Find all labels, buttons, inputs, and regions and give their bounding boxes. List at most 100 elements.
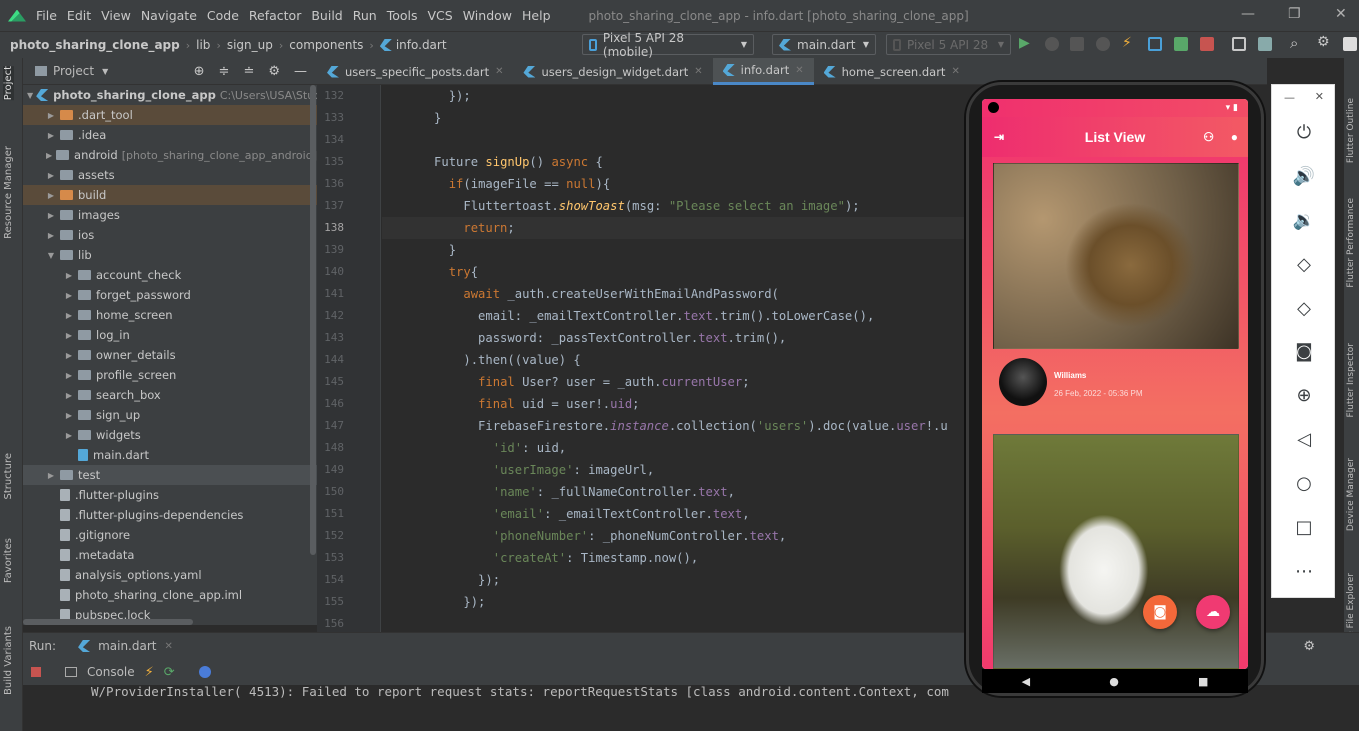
rotate-right-icon[interactable]: ◇ bbox=[1290, 294, 1318, 322]
menu-window[interactable]: Window bbox=[463, 8, 512, 23]
overview-icon[interactable]: □ bbox=[1290, 513, 1318, 541]
rotate-left-icon[interactable]: ◇ bbox=[1290, 250, 1318, 278]
more-icon[interactable]: ⋯ bbox=[1290, 557, 1318, 585]
tree-item[interactable]: photo_sharing_clone_app.iml bbox=[23, 585, 317, 605]
menu-navigate[interactable]: Navigate bbox=[141, 8, 197, 23]
breadcrumb-lib[interactable]: lib bbox=[196, 38, 210, 52]
chevron-right-icon[interactable]: ▶ bbox=[45, 471, 57, 480]
volume-down-icon[interactable]: 🔉 bbox=[1290, 206, 1318, 234]
stop-icon[interactable] bbox=[1200, 37, 1214, 51]
tree-item[interactable]: .flutter-plugins-dependencies bbox=[23, 505, 317, 525]
home-icon[interactable]: ● bbox=[1109, 675, 1119, 688]
tool-window-resource-manager[interactable]: Resource Manager bbox=[3, 146, 14, 239]
home-icon[interactable]: ○ bbox=[1290, 469, 1318, 497]
chevron-right-icon[interactable]: ▶ bbox=[45, 151, 53, 160]
tree-item[interactable]: ▶ build bbox=[23, 185, 317, 205]
debug-icon[interactable] bbox=[1045, 37, 1059, 51]
tool-window-favorites[interactable]: Favorites bbox=[3, 538, 14, 583]
tool-window-flutter-inspector[interactable]: Flutter Inspector bbox=[1346, 343, 1356, 418]
tree-item[interactable]: ▶ ios bbox=[23, 225, 317, 245]
power-icon[interactable]: ⏻ bbox=[1290, 118, 1318, 146]
tab-home-screen[interactable]: home_screen.dart ✕ bbox=[814, 58, 970, 85]
volume-up-icon[interactable]: 🔊 bbox=[1290, 162, 1318, 190]
tool-window-project[interactable]: Project bbox=[3, 66, 14, 101]
tree-item[interactable]: ▶ home_screen bbox=[23, 305, 317, 325]
menu-edit[interactable]: Edit bbox=[67, 8, 91, 23]
chevron-right-icon[interactable]: ▶ bbox=[63, 371, 75, 380]
close-window-icon[interactable]: ✕ bbox=[1335, 6, 1347, 22]
chevron-right-icon[interactable]: ▶ bbox=[63, 271, 75, 280]
run-config-selector[interactable]: main.dart ▼ bbox=[772, 34, 876, 55]
chevron-down-icon[interactable]: ▼ bbox=[45, 251, 57, 260]
upload-fab[interactable]: ☁ bbox=[1196, 595, 1230, 629]
chevron-right-icon[interactable]: ▶ bbox=[63, 411, 75, 420]
search-user-icon[interactable]: ⚇ bbox=[1203, 130, 1214, 144]
tool-window-flutter-outline[interactable]: Flutter Outline bbox=[1346, 98, 1356, 163]
horizontal-scrollbar[interactable] bbox=[23, 619, 193, 625]
tree-item[interactable]: ▶ profile_screen bbox=[23, 365, 317, 385]
search-icon[interactable]: ⌕ bbox=[1290, 34, 1304, 52]
tree-item[interactable]: analysis_options.yaml bbox=[23, 565, 317, 585]
stop-icon[interactable] bbox=[31, 667, 41, 677]
breadcrumb-sign-up[interactable]: sign_up bbox=[227, 38, 273, 52]
account-icon[interactable] bbox=[1343, 37, 1357, 51]
tree-root[interactable]: ▼ photo_sharing_clone_app C:\Users\USA\S… bbox=[23, 85, 317, 105]
tree-item[interactable]: ▶ android [photo_sharing_clone_app_android… bbox=[23, 145, 317, 165]
chevron-down-icon[interactable]: ▼ bbox=[27, 91, 33, 100]
tab-users-design-widget[interactable]: users_design_widget.dart ✕ bbox=[513, 58, 712, 85]
tree-item[interactable]: ▶ .dart_tool bbox=[23, 105, 317, 125]
collapse-all-icon[interactable]: ≐ bbox=[243, 64, 254, 79]
breadcrumb-file[interactable]: info.dart bbox=[396, 38, 447, 52]
tab-users-specific-posts[interactable]: users_specific_posts.dart ✕ bbox=[317, 58, 513, 85]
avatar[interactable] bbox=[999, 358, 1047, 406]
menu-build[interactable]: Build bbox=[311, 8, 342, 23]
coverage-icon[interactable] bbox=[1096, 37, 1110, 51]
attach-debugger-icon[interactable] bbox=[1174, 37, 1188, 51]
tree-item[interactable]: ▶ log_in bbox=[23, 325, 317, 345]
hot-reload-icon[interactable]: ⚡ bbox=[1122, 35, 1136, 51]
phone-screen[interactable]: ▾ ▮ ⇥ List View ⚇ ● Williams 26 Feb, 202… bbox=[982, 99, 1248, 669]
zoom-icon[interactable]: ⊕ bbox=[1290, 381, 1318, 409]
close-tab-icon[interactable]: ✕ bbox=[164, 641, 172, 652]
gear-icon[interactable]: ⚙ bbox=[1303, 639, 1315, 654]
close-tab-icon[interactable]: ✕ bbox=[495, 66, 503, 77]
restore-icon[interactable]: ❐ bbox=[1288, 6, 1301, 22]
chevron-right-icon[interactable]: ▶ bbox=[45, 191, 57, 200]
device-selector[interactable]: Pixel 5 API 28 (mobile) ▼ bbox=[582, 31, 754, 59]
breadcrumb-project[interactable]: photo_sharing_clone_app bbox=[10, 38, 180, 52]
camera-fab[interactable]: ◙ bbox=[1143, 595, 1177, 629]
devtools-icon[interactable] bbox=[198, 666, 211, 678]
logout-icon[interactable]: ⇥ bbox=[994, 130, 1004, 144]
tool-window-structure[interactable]: Structure bbox=[3, 453, 14, 500]
tree-item[interactable]: ▶ forget_password bbox=[23, 285, 317, 305]
project-view-selector[interactable]: Project bbox=[53, 64, 94, 78]
console-tab[interactable]: Console bbox=[87, 665, 135, 679]
close-tab-icon[interactable]: ✕ bbox=[951, 66, 959, 77]
device-manager-icon[interactable] bbox=[1232, 37, 1246, 51]
tree-item[interactable]: ▶ images bbox=[23, 205, 317, 225]
tree-item[interactable]: ▶ assets bbox=[23, 165, 317, 185]
hide-panel-icon[interactable]: — bbox=[294, 64, 307, 79]
hot-reload-icon[interactable]: ⚡ bbox=[145, 665, 154, 680]
posts-feed[interactable]: Williams 26 Feb, 2022 - 05:36 PM ◙ ☁ bbox=[982, 157, 1248, 669]
profile-icon[interactable]: ● bbox=[1231, 130, 1238, 144]
chevron-right-icon[interactable]: ▶ bbox=[63, 291, 75, 300]
tool-window-build-variants[interactable]: Build Variants bbox=[3, 626, 14, 695]
tab-info[interactable]: info.dart ✕ bbox=[712, 58, 814, 85]
tool-window-device-manager[interactable]: Device Manager bbox=[1346, 458, 1356, 531]
locate-icon[interactable]: ⊕ bbox=[194, 64, 205, 79]
expand-all-icon[interactable]: ≑ bbox=[219, 64, 230, 79]
close-tab-icon[interactable]: ✕ bbox=[795, 65, 803, 76]
back-icon[interactable]: ◁ bbox=[1290, 425, 1318, 453]
code-editor[interactable]: }); } Future signUp() async { if(imageFi… bbox=[382, 85, 972, 632]
chevron-right-icon[interactable]: ▶ bbox=[45, 211, 57, 220]
menu-file[interactable]: File bbox=[36, 8, 57, 23]
chevron-right-icon[interactable]: ▶ bbox=[45, 131, 57, 140]
back-icon[interactable]: ◀ bbox=[1022, 675, 1030, 688]
tree-item[interactable]: ▶ sign_up bbox=[23, 405, 317, 425]
chevron-right-icon[interactable]: ▶ bbox=[45, 231, 57, 240]
chevron-right-icon[interactable]: ▶ bbox=[63, 351, 75, 360]
camera-icon[interactable]: ◙ bbox=[1290, 337, 1318, 365]
tree-item[interactable]: ▶ account_check bbox=[23, 265, 317, 285]
chevron-down-icon[interactable]: ▼ bbox=[102, 67, 108, 76]
